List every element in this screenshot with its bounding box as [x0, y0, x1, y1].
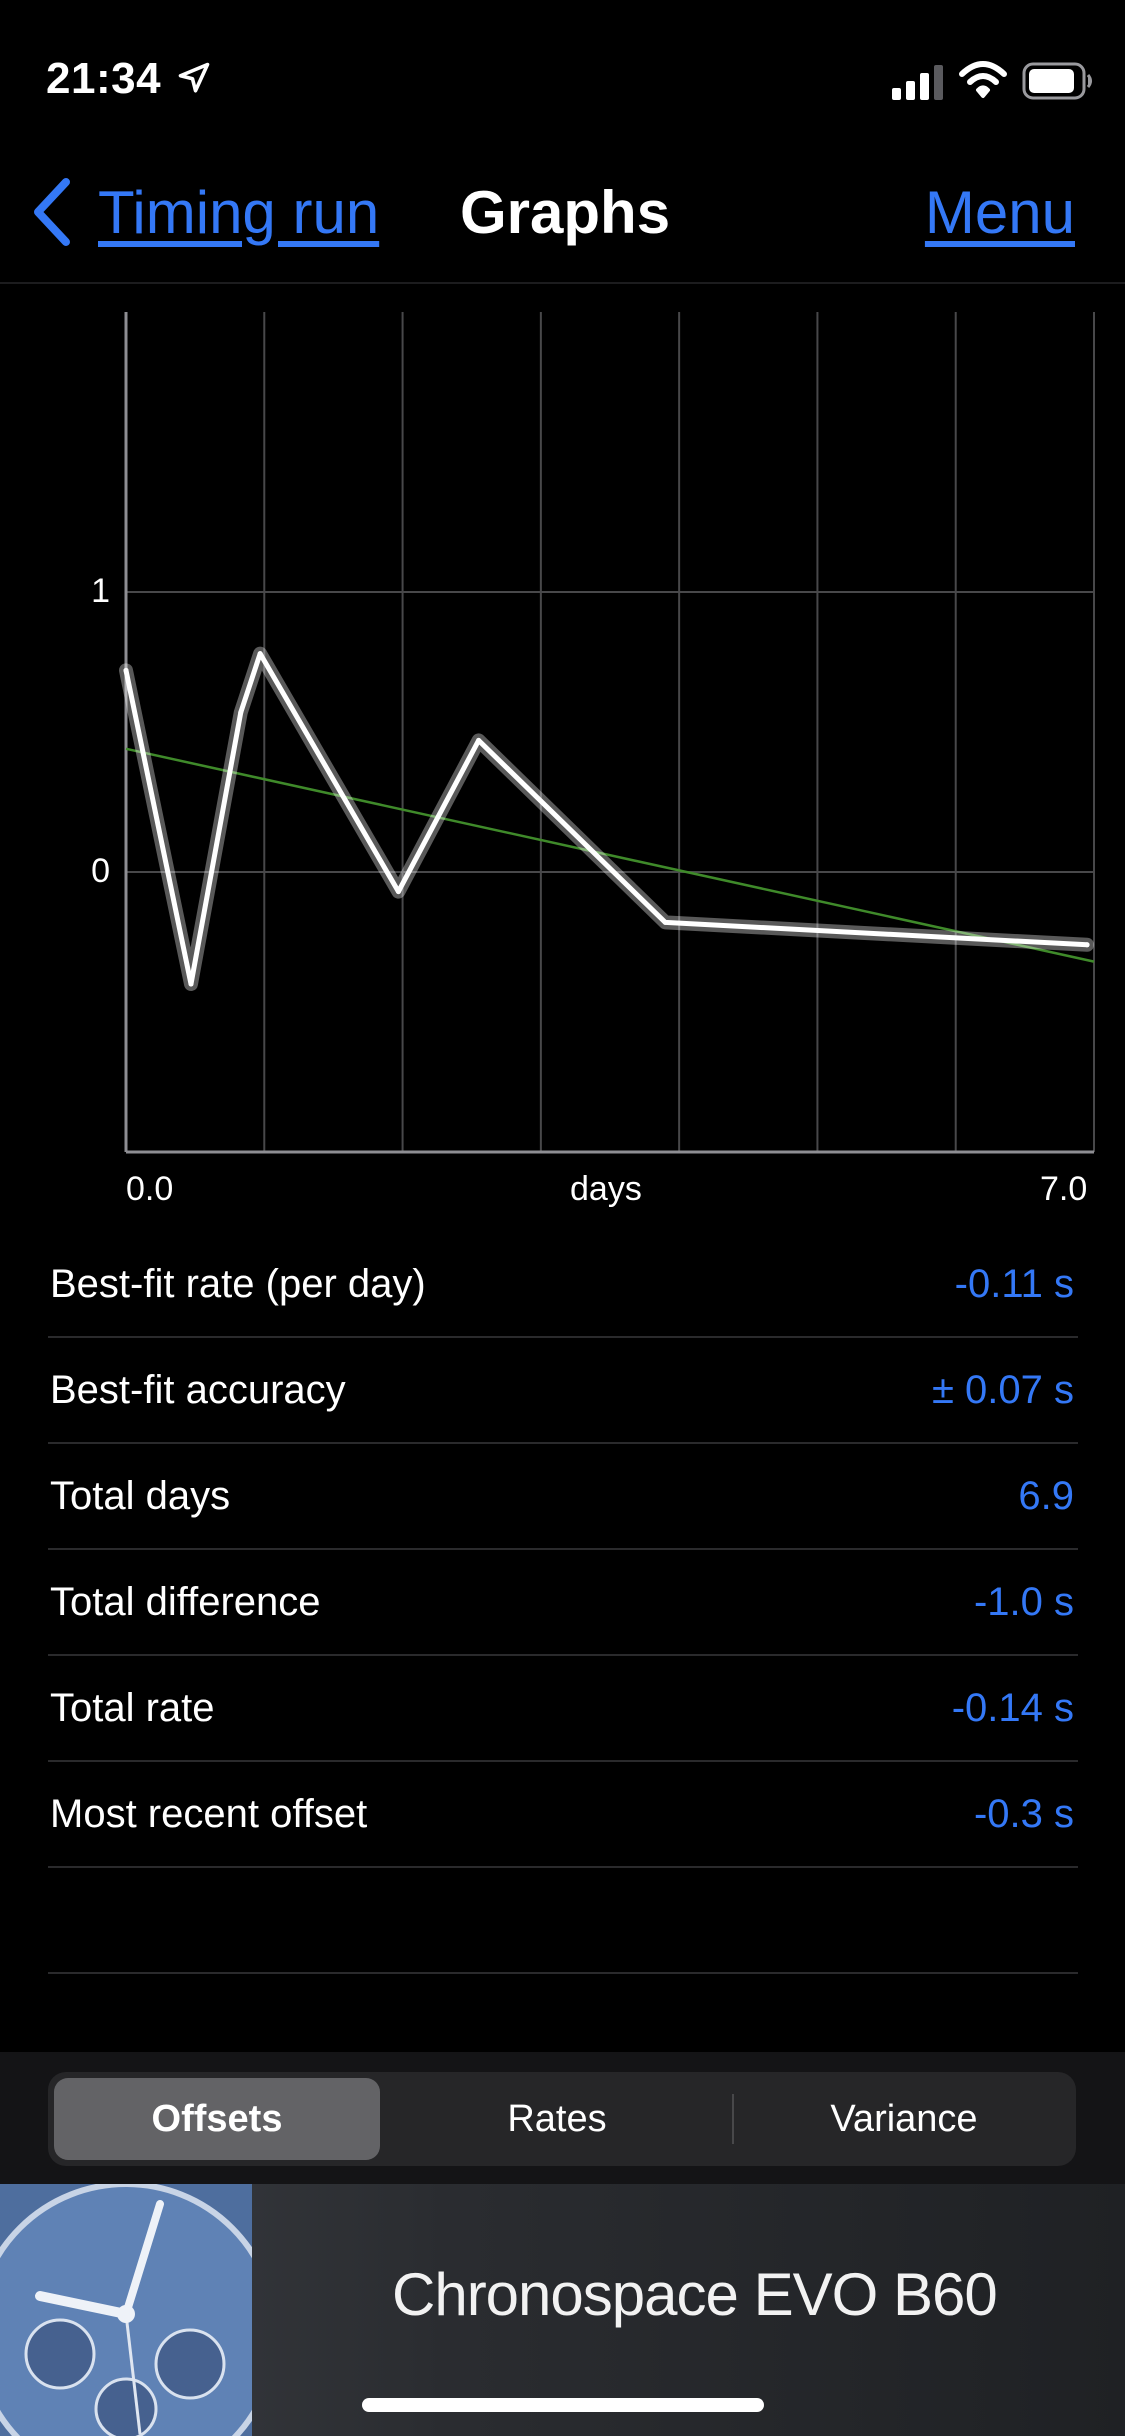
offset-point	[1084, 942, 1090, 948]
stat-value: -0.11 s	[954, 1262, 1074, 1306]
page-title: Graphs	[460, 179, 671, 246]
stat-label: Most recent offset	[50, 1792, 368, 1836]
stat-row: Total difference -1.0 s	[48, 1550, 1078, 1656]
x-tick-label: 0.0	[126, 1170, 174, 1208]
y-tick-label: 1	[91, 572, 110, 610]
offset-point	[257, 651, 263, 657]
offset-point	[395, 889, 401, 895]
offset-point	[662, 919, 668, 925]
offset-point	[238, 709, 244, 715]
status-bar: 21:34	[0, 0, 1125, 140]
stat-value: -0.14 s	[951, 1686, 1074, 1730]
stat-label: Total rate	[50, 1686, 215, 1730]
status-time: 21:34	[46, 54, 162, 103]
offset-point	[123, 667, 129, 673]
wifi-icon	[959, 61, 1007, 98]
stat-value: ± 0.07 s	[931, 1368, 1074, 1412]
watch-name: Chronospace EVO B60	[392, 2261, 998, 2328]
menu-button[interactable]: Menu	[925, 178, 1075, 247]
cellular-signal-icon	[892, 65, 943, 100]
stat-label: Best-fit accuracy	[50, 1368, 346, 1412]
battery-icon	[1022, 62, 1092, 100]
x-tick-label: 7.0	[1040, 1170, 1088, 1208]
stat-row: Best-fit accuracy ± 0.07 s	[48, 1338, 1078, 1444]
home-indicator	[362, 2398, 764, 2412]
stat-row: Best-fit rate (per day) -0.11 s	[48, 1232, 1078, 1338]
stat-row: Most recent offset -0.3 s	[48, 1762, 1078, 1868]
tab-rates[interactable]: Rates	[390, 2078, 724, 2160]
chart-svg	[119, 312, 1095, 1154]
bottom-toolbar: Offsets Rates Variance	[0, 2052, 1125, 2184]
offset-point	[188, 981, 194, 987]
stat-label: Total difference	[50, 1580, 321, 1624]
offsets-chart: 1 0 0.0 days 7.0	[0, 300, 1125, 1220]
x-axis-label: days	[570, 1170, 642, 1208]
stat-value: -0.3 s	[973, 1792, 1074, 1836]
stat-value: -1.0 s	[973, 1580, 1074, 1624]
back-button[interactable]: Timing run	[98, 178, 379, 247]
stat-label: Total days	[50, 1474, 231, 1518]
tab-offsets[interactable]: Offsets	[54, 2078, 380, 2160]
stat-row-empty	[48, 1868, 1078, 1974]
trend-line	[125, 747, 1095, 963]
chevron-left-icon[interactable]	[26, 174, 76, 250]
navigation-bar: Timing run Graphs Menu	[0, 150, 1125, 284]
y-tick-label: 0	[91, 852, 110, 890]
tab-variance[interactable]: Variance	[738, 2078, 1070, 2160]
stat-value: 6.9	[1018, 1474, 1074, 1518]
stat-label: Best-fit rate (per day)	[50, 1262, 426, 1306]
offset-series-glow	[119, 646, 1095, 991]
segment-divider	[732, 2094, 734, 2144]
stat-row: Total days 6.9	[48, 1444, 1078, 1550]
stats-list: Best-fit rate (per day) -0.11 s Best-fit…	[48, 1232, 1078, 1974]
offset-point	[476, 737, 482, 743]
graph-type-segmented-control: Offsets Rates Variance	[48, 2072, 1076, 2166]
location-arrow-icon	[178, 62, 210, 93]
stat-row: Total rate -0.14 s	[48, 1656, 1078, 1762]
watch-thumbnail	[0, 2184, 252, 2436]
